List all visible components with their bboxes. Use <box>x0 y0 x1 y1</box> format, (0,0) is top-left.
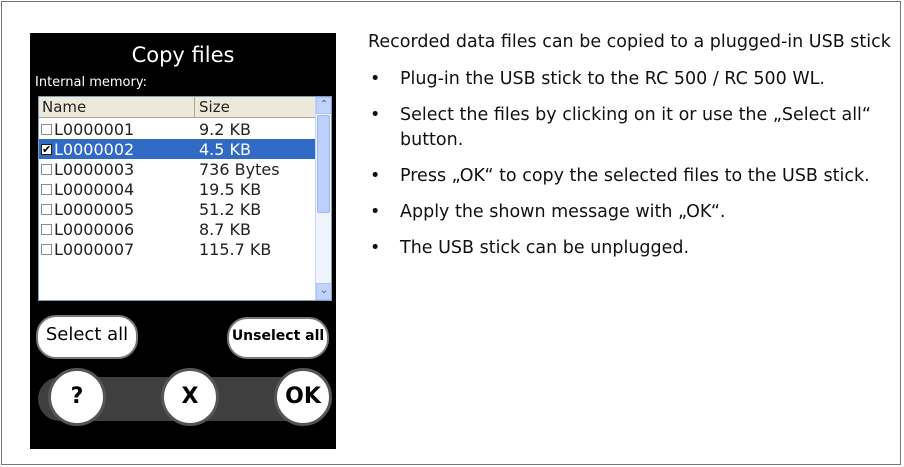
step-item: • Press „OK“ to copy the selected files t… <box>368 164 898 189</box>
file-name: L0000001 <box>54 119 135 139</box>
file-checkbox[interactable] <box>41 123 52 135</box>
file-checkbox[interactable] <box>41 163 52 175</box>
column-header-size[interactable]: Size <box>195 97 316 118</box>
file-size: 19.5 KB <box>199 179 262 199</box>
bullet-icon: • <box>370 202 381 222</box>
file-size: 115.7 KB <box>199 239 272 259</box>
column-header-name[interactable]: Name <box>39 97 195 118</box>
step-text: Press „OK“ to copy the selected files to… <box>400 166 870 186</box>
file-name-cell: L0000006 <box>39 220 195 239</box>
file-checkbox[interactable] <box>41 203 52 215</box>
file-row[interactable]: L0000003 736 Bytes <box>39 159 316 179</box>
file-row[interactable]: ✔ L0000002 4.5 KB <box>39 139 316 159</box>
file-checkbox[interactable] <box>41 183 52 195</box>
step-text: Plug-in the USB stick to the RC 500 / RC… <box>400 69 825 89</box>
file-name-cell: L0000004 <box>39 180 195 199</box>
scroll-down-arrow-icon[interactable]: ⌄ <box>316 283 331 300</box>
file-name: L0000004 <box>54 179 135 199</box>
intro-text: Recorded data files can be copied to a p… <box>368 32 891 52</box>
help-button[interactable]: ? <box>48 368 106 426</box>
file-name: L0000002 <box>54 139 135 159</box>
file-size: 736 Bytes <box>199 159 280 179</box>
file-size: 9.2 KB <box>199 119 251 139</box>
instructions: Recorded data files can be copied to a p… <box>368 30 898 272</box>
file-name: L0000007 <box>54 239 135 259</box>
file-checkbox[interactable] <box>41 243 52 255</box>
file-checkbox[interactable] <box>41 223 52 235</box>
file-row[interactable]: L0000005 51.2 KB <box>39 199 316 219</box>
file-name: L0000006 <box>54 219 135 239</box>
file-name-cell: L0000003 <box>39 160 195 179</box>
step-item: • Plug-in the USB stick to the RC 500 / R… <box>368 67 898 92</box>
list-header: Name Size <box>39 97 316 118</box>
cancel-button[interactable]: X <box>161 368 219 426</box>
file-name-cell: L0000007 <box>39 240 195 259</box>
file-size: 51.2 KB <box>199 199 262 219</box>
ok-button[interactable]: OK <box>274 368 332 426</box>
file-name: L0000003 <box>54 159 135 179</box>
select-all-button[interactable]: Select all <box>36 315 138 359</box>
unselect-all-button[interactable]: Unselect all <box>227 317 329 359</box>
step-item: • The USB stick can be unplugged. <box>368 236 898 261</box>
file-size: 8.7 KB <box>199 219 251 239</box>
file-row[interactable]: L0000001 9.2 KB <box>39 119 316 139</box>
step-text: The USB stick can be unplugged. <box>400 238 690 258</box>
file-name-cell: L0000005 <box>39 200 195 219</box>
screen-title: Copy files <box>131 43 235 67</box>
bullet-icon: • <box>370 166 381 186</box>
file-list[interactable]: Name Size L0000001 9.2 KB ✔ L0000002 4.5 KB L… <box>38 96 332 301</box>
file-size: 4.5 KB <box>199 139 251 159</box>
step-list: • Plug-in the USB stick to the RC 500 / R… <box>368 67 898 261</box>
file-row[interactable]: L0000004 19.5 KB <box>39 179 316 199</box>
step-text: Apply the shown message with „OK“. <box>400 202 726 222</box>
file-name: L0000005 <box>54 199 135 219</box>
bullet-icon: • <box>370 105 381 125</box>
bullet-icon: • <box>370 69 381 89</box>
file-name-cell: L0000001 <box>39 120 195 139</box>
file-row[interactable]: L0000006 8.7 KB <box>39 219 316 239</box>
file-rows: L0000001 9.2 KB ✔ L0000002 4.5 KB L0000003 736… <box>39 119 316 259</box>
scroll-up-arrow-icon[interactable]: ⌃ <box>316 97 331 114</box>
memory-label: Internal memory: <box>35 75 147 90</box>
step-text: Select the files by clicking on it or us… <box>400 105 871 150</box>
step-item: • Apply the shown message with „OK“. <box>368 200 898 225</box>
file-row[interactable]: L0000007 115.7 KB <box>39 239 316 259</box>
list-scrollbar[interactable]: ⌃ ⌄ <box>315 97 331 300</box>
file-checkbox[interactable]: ✔ <box>41 143 52 155</box>
bullet-icon: • <box>370 238 381 258</box>
file-name-cell: ✔ L0000002 <box>39 140 195 159</box>
scroll-thumb[interactable] <box>317 115 330 213</box>
step-item: • Select the files by clicking on it or u… <box>368 103 898 153</box>
device-screen: Copy files Internal memory: Name Size L0… <box>30 33 336 449</box>
